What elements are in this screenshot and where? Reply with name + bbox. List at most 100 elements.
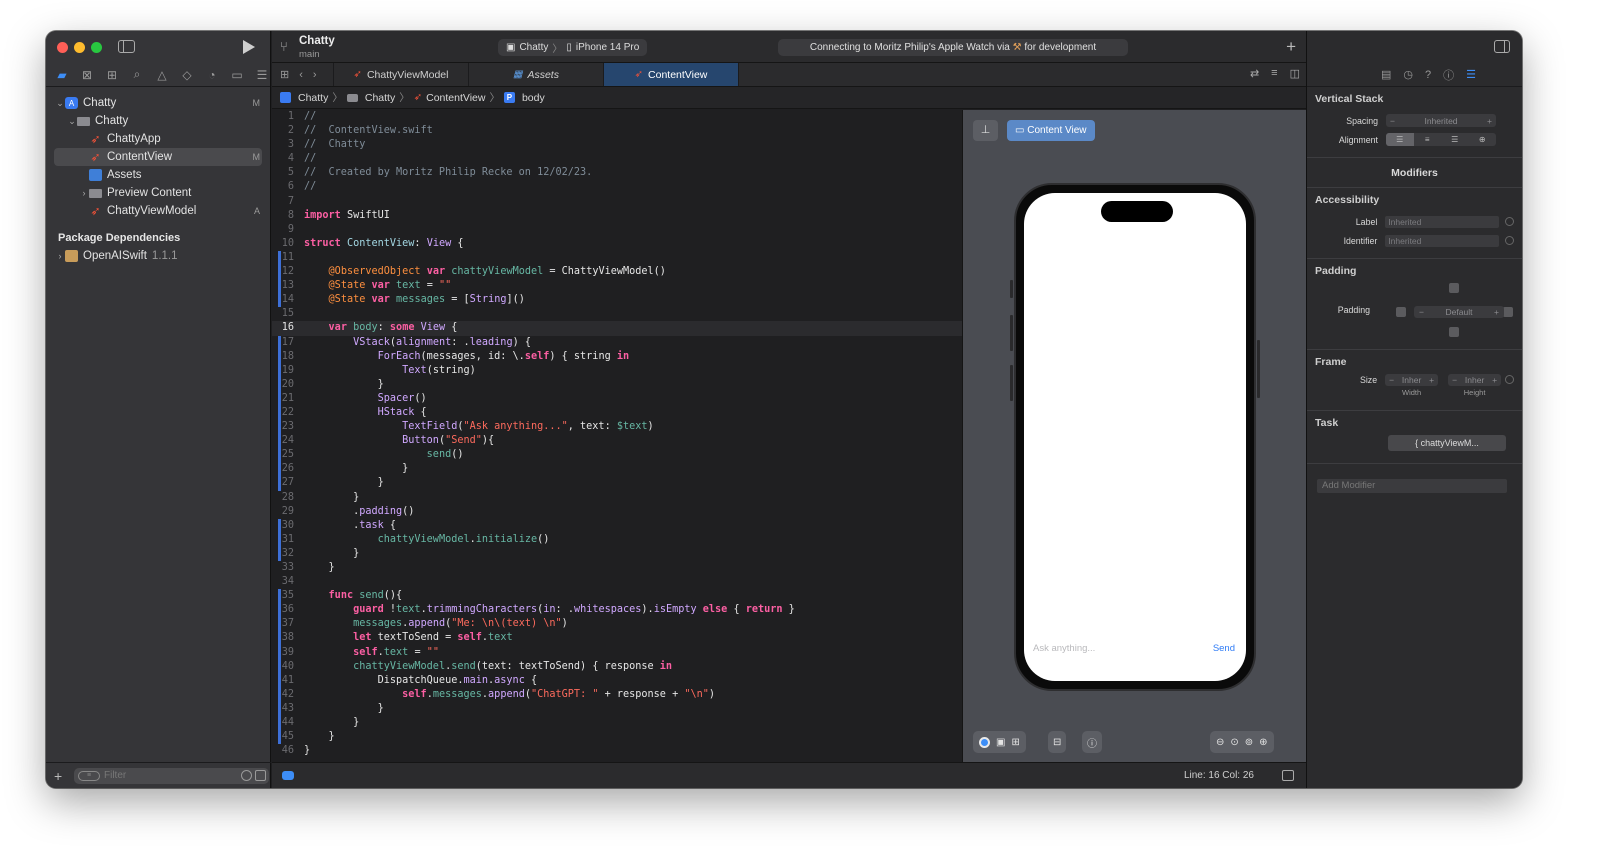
tree-item-assets[interactable]: Assets	[46, 166, 270, 184]
sidebar-toggle-icon[interactable]	[118, 40, 135, 53]
accessibility-identifier-field[interactable]: Inherited	[1385, 234, 1500, 247]
code-line[interactable]: 39 self.text = ""	[272, 645, 962, 660]
code-line[interactable]: 6//	[272, 180, 962, 194]
tab-chattyviewmodel[interactable]: ➶ ChattyViewModel	[334, 63, 469, 86]
align-trailing-icon[interactable]: ☰	[1441, 133, 1469, 146]
code-line[interactable]: 23 TextField("Ask anything...", text: $t…	[272, 420, 962, 435]
find-icon[interactable]: ⌕	[129, 67, 145, 83]
chevron-right-icon[interactable]: ›	[55, 251, 65, 261]
zoom-in-icon[interactable]: ⊕	[1259, 737, 1267, 748]
task-closure-button[interactable]: { chattyViewM...	[1388, 435, 1506, 451]
add-file-button[interactable]: +	[54, 768, 68, 784]
padding-trailing-toggle[interactable]	[1503, 307, 1513, 317]
minus-icon[interactable]: −	[1390, 116, 1395, 126]
code-line[interactable]: 43 }	[272, 701, 962, 717]
filter-input[interactable]: ≡ Filter	[74, 767, 269, 784]
plus-icon[interactable]: +	[1429, 374, 1434, 386]
code-line[interactable]: 29 .padding()	[272, 505, 962, 519]
back-icon[interactable]: ‹	[299, 69, 303, 81]
code-line[interactable]: 13 @State var text = ""	[272, 279, 962, 294]
align-leading-icon[interactable]: ☰	[1386, 133, 1414, 146]
breadcrumb-item[interactable]: body	[522, 92, 545, 104]
plus-icon[interactable]: +	[1494, 306, 1499, 318]
tree-item-contentview[interactable]: ➶ ContentView M	[54, 148, 262, 166]
code-line[interactable]: 8 import SwiftUI	[272, 209, 962, 223]
plus-icon[interactable]: +	[1487, 116, 1492, 126]
zoom-out-icon[interactable]: ⊖	[1216, 737, 1224, 748]
forward-icon[interactable]: ›	[313, 69, 317, 81]
code-line[interactable]: 45 }	[272, 730, 962, 745]
code-line[interactable]: 11	[272, 250, 962, 266]
grid-icon[interactable]: ⊞	[280, 68, 289, 81]
minimap-toggle-icon[interactable]	[1282, 770, 1294, 781]
padding-leading-toggle[interactable]	[1396, 307, 1406, 317]
device-screen[interactable]: Ask anything... Send	[1024, 193, 1246, 681]
code-line[interactable]: 46}	[272, 744, 962, 758]
tree-item-package[interactable]: › OpenAISwift 1.1.1	[46, 247, 270, 265]
chevron-down-icon[interactable]: ⌄	[55, 98, 65, 109]
code-line[interactable]: 24 Button("Send"){	[272, 434, 962, 449]
tab-assets[interactable]: ▦ Assets	[469, 63, 604, 86]
code-line[interactable]: 34	[272, 575, 962, 589]
tree-item-project[interactable]: ⌄ A Chatty M	[46, 94, 270, 112]
ask-text-field[interactable]: Ask anything...	[1033, 643, 1095, 654]
minimize-window-button[interactable]	[74, 42, 85, 53]
code-line[interactable]: 32 }	[272, 546, 962, 561]
breadcrumb-item[interactable]: ContentView	[426, 92, 485, 104]
minus-icon[interactable]: −	[1419, 306, 1424, 318]
inspect-button[interactable]: ⓘ	[1082, 731, 1102, 753]
code-line[interactable]: 5// Created by Moritz Philip Recke on 12…	[272, 166, 962, 180]
refresh-icon[interactable]: ⇄	[1250, 67, 1259, 80]
file-inspector-icon[interactable]: ▤	[1381, 68, 1391, 81]
chevron-right-icon[interactable]: ›	[79, 188, 89, 198]
code-line[interactable]: 15	[272, 307, 962, 321]
tree-item-chattyapp[interactable]: ➶ ChattyApp	[46, 130, 270, 148]
code-line[interactable]: 33 }	[272, 561, 962, 575]
variants-icon[interactable]: ⊞	[1011, 737, 1019, 748]
minus-icon[interactable]: −	[1452, 374, 1457, 386]
code-line[interactable]: 37 messages.append("Me: \n\(text) \n")	[272, 617, 962, 632]
source-control-icon[interactable]: ⊠	[79, 67, 95, 83]
code-line[interactable]: 12 @ObservedObject var chattyViewModel =…	[272, 265, 962, 280]
scm-filter-icon[interactable]	[255, 769, 266, 781]
accessibility-label-field[interactable]: Inherited	[1385, 215, 1500, 228]
folder-icon[interactable]: ▰	[54, 67, 70, 83]
breadcrumb-item[interactable]: Chatty	[365, 92, 395, 104]
preview-selector[interactable]: ▭ Content View	[1007, 120, 1095, 141]
recent-files-icon[interactable]	[241, 769, 252, 781]
source-editor[interactable]: 1// 2// ContentView.swift 3// Chatty 4//…	[272, 110, 962, 762]
height-stepper[interactable]: − Inher +	[1448, 374, 1502, 386]
alignment-segmented-control[interactable]: ☰ ≡ ☰ ⊕	[1386, 133, 1496, 146]
spacing-stepper[interactable]: − Inherited +	[1386, 114, 1496, 127]
debug-icon[interactable]: ◔	[204, 67, 220, 83]
code-line[interactable]: 27 }	[272, 476, 962, 491]
code-line[interactable]: 20 }	[272, 377, 962, 392]
report-icon[interactable]: ☰	[254, 67, 270, 83]
run-button[interactable]	[243, 40, 255, 54]
live-mode-icon[interactable]	[979, 736, 990, 748]
test-icon[interactable]: ◇	[179, 67, 195, 83]
padding-stepper[interactable]: − Default +	[1414, 306, 1504, 318]
code-line[interactable]: 22 HStack {	[272, 405, 962, 421]
padding-top-toggle[interactable]	[1449, 283, 1459, 293]
tree-item-preview-content[interactable]: › Preview Content	[46, 184, 270, 202]
code-line[interactable]: 44 }	[272, 716, 962, 731]
code-line[interactable]: 4//	[272, 152, 962, 166]
tab-contentview[interactable]: ➶ ContentView	[604, 63, 739, 86]
code-line[interactable]: 31 chattyViewModel.initialize()	[272, 532, 962, 547]
code-line[interactable]: 25 send()	[272, 448, 962, 463]
code-line[interactable]: 26 }	[272, 462, 962, 477]
current-code-line[interactable]: 16 var body: some View {	[272, 321, 962, 336]
code-line[interactable]: 3// Chatty	[272, 138, 962, 152]
breakpoint-icon[interactable]: ▭	[229, 67, 245, 83]
add-library-button[interactable]: +	[1286, 37, 1296, 57]
symbol-icon[interactable]: ⊞	[104, 67, 120, 83]
code-line[interactable]: 42 self.messages.append("ChatGPT: " + re…	[272, 687, 962, 702]
code-line[interactable]: 7	[272, 195, 962, 209]
device-settings-button[interactable]: ⊟	[1048, 731, 1067, 753]
code-line[interactable]: 41 DispatchQueue.main.async {	[272, 673, 962, 688]
zoom-window-button[interactable]	[91, 42, 102, 53]
align-options-icon[interactable]: ⊕	[1469, 133, 1497, 146]
add-modifier-field[interactable]: Add Modifier	[1317, 479, 1507, 493]
zoom-actual-icon[interactable]: ⊚	[1245, 737, 1253, 748]
